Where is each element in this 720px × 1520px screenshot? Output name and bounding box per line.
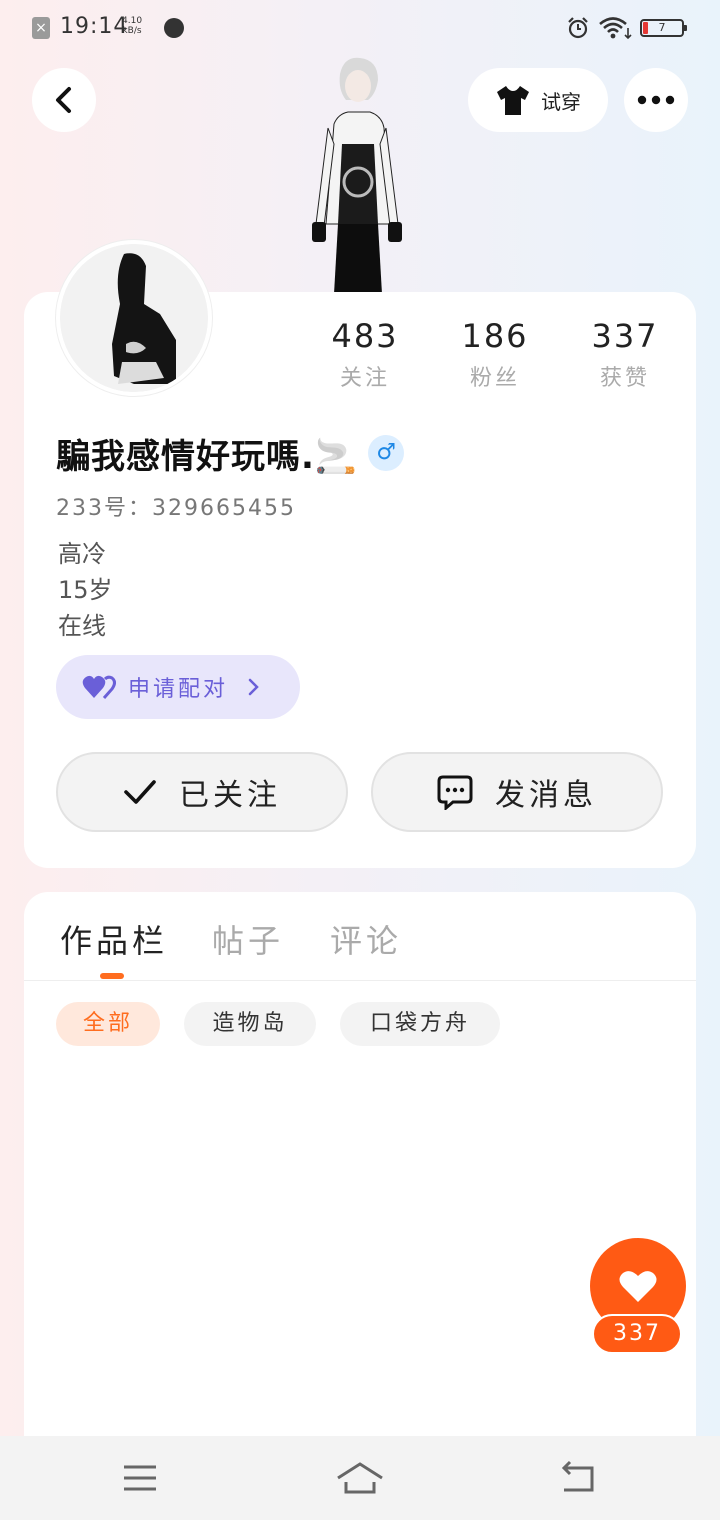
filter-pocket-ark[interactable]: 口袋方舟	[340, 1002, 500, 1046]
battery-icon: 7	[640, 19, 687, 37]
more-icon	[637, 95, 675, 105]
nickname: 騙我感情好玩嗎.🚬	[56, 436, 359, 477]
male-icon: ♂	[368, 435, 405, 471]
alarm-icon	[568, 17, 588, 39]
tab-comments[interactable]: 评论	[330, 916, 402, 962]
pair-request-label: 申请配对	[128, 677, 229, 702]
tab-divider	[24, 980, 696, 981]
try-on-button[interactable]: 试穿	[468, 68, 608, 132]
profile-stats: 483 关注 186 粉丝 337 获赞	[300, 316, 690, 396]
stat-value: 337	[591, 317, 659, 355]
planet-icon	[164, 18, 184, 38]
user-id: 233号：329665455	[56, 496, 296, 521]
status-time: 19:14	[60, 14, 129, 39]
like-count: 337	[592, 1314, 682, 1354]
avatar-image	[60, 244, 208, 392]
close-icon: ×	[32, 17, 50, 39]
follow-label: 已关注	[179, 778, 281, 813]
bio: 高冷 15岁 在线	[58, 536, 113, 644]
follow-button[interactable]: 已关注	[56, 752, 348, 832]
wifi-icon	[599, 17, 632, 40]
status-bar: × 19:14 4.10 kB/s 7	[0, 0, 720, 56]
bio-line: 高冷	[58, 540, 106, 568]
network-speed-value: 4.10	[122, 16, 143, 26]
avatar-character	[312, 57, 402, 294]
chevron-left-icon	[56, 87, 71, 113]
stat-following[interactable]: 483 关注	[300, 316, 430, 396]
stat-likes[interactable]: 337 获赞	[560, 316, 690, 396]
menu-icon[interactable]	[116, 1460, 164, 1496]
tshirt-icon	[497, 86, 529, 115]
home-icon[interactable]	[336, 1460, 384, 1496]
tab-posts[interactable]: 帖子	[212, 916, 284, 962]
double-heart-icon	[82, 675, 116, 699]
chat-bubble-icon	[437, 775, 473, 810]
stat-value: 483	[331, 317, 399, 355]
avatar[interactable]	[56, 240, 212, 396]
filter-creation-island[interactable]: 造物岛	[184, 1002, 316, 1046]
message-label: 发消息	[495, 778, 597, 813]
tab-works[interactable]: 作品栏	[60, 916, 168, 962]
more-button[interactable]	[624, 68, 688, 132]
back-nav-icon[interactable]	[556, 1460, 604, 1496]
stat-followers[interactable]: 186 粉丝	[430, 316, 560, 396]
try-on-label: 试穿	[541, 89, 581, 114]
pair-request-button[interactable]: 申请配对	[56, 655, 300, 719]
network-speed-unit: kB/s	[122, 26, 142, 36]
tab-indicator	[100, 973, 124, 979]
message-button[interactable]: 发消息	[371, 752, 663, 832]
chevron-right-icon	[248, 678, 259, 696]
filter-all[interactable]: 全部	[56, 1002, 160, 1046]
stat-label: 获赞	[599, 366, 650, 391]
navigation-bar	[0, 1436, 720, 1520]
check-icon	[124, 780, 156, 804]
bio-line: 15岁	[58, 576, 113, 604]
stat-label: 关注	[339, 366, 390, 391]
bio-line: 在线	[58, 612, 106, 640]
back-button[interactable]	[32, 68, 96, 132]
nickname-row: 騙我感情好玩嗎.🚬 ♂	[56, 430, 405, 477]
heart-icon	[619, 1271, 657, 1302]
works-card	[24, 892, 696, 1452]
stat-value: 186	[461, 317, 529, 355]
network-speed: 4.10 kB/s	[122, 16, 142, 36]
stat-label: 粉丝	[469, 366, 520, 391]
